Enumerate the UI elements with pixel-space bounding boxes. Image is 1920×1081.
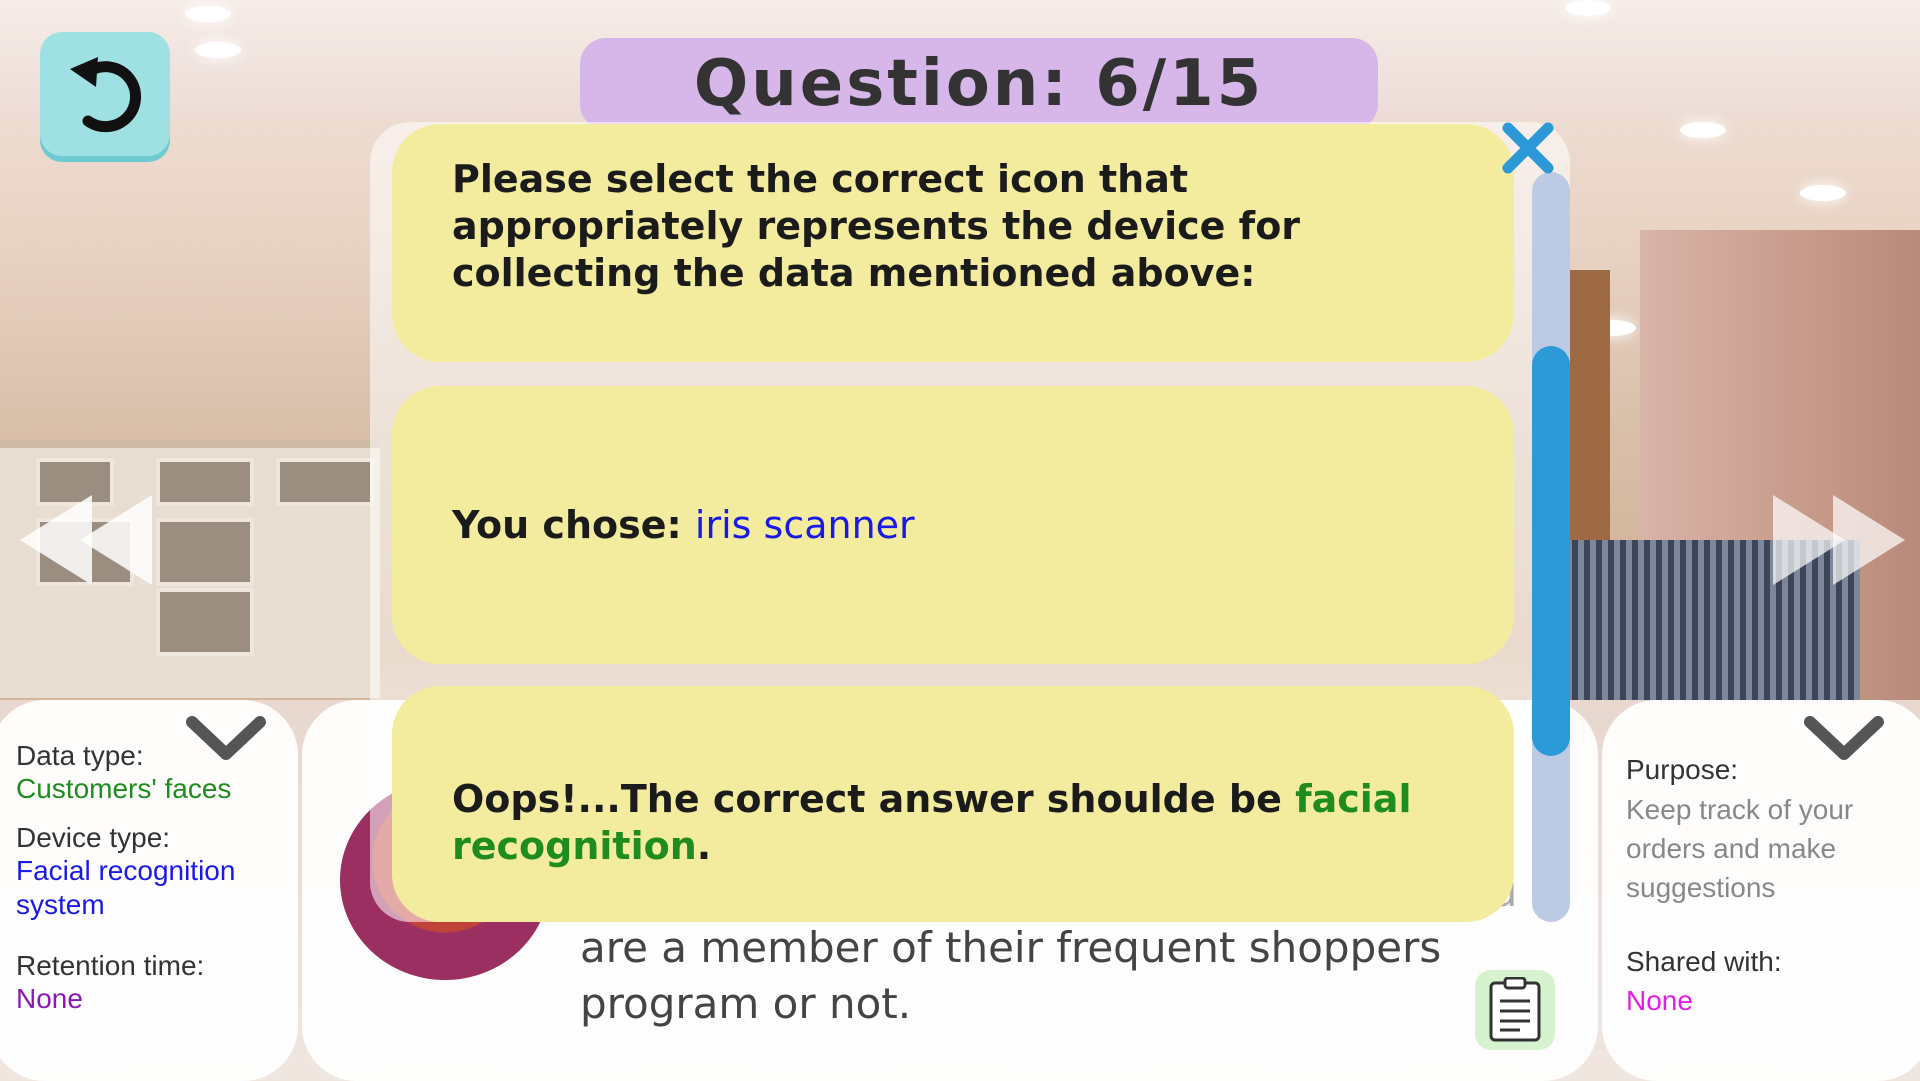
chosen-answer-card: You chose: iris scanner [392, 386, 1514, 664]
data-type-label: Data type: [16, 740, 144, 771]
question-prompt: Please select the correct icon that appr… [452, 157, 1301, 295]
purpose-value: Keep track of your orders and make sugge… [1626, 794, 1854, 903]
forward-icon [1773, 495, 1905, 585]
modal-scrollbar-thumb[interactable] [1532, 346, 1570, 756]
rewind-button[interactable] [20, 495, 152, 589]
clipboard-button[interactable] [1475, 970, 1555, 1050]
ceiling-light [1800, 185, 1846, 201]
chosen-value: iris scanner [694, 503, 915, 547]
feedback-prefix: Oops!...The correct answer shoulde be [452, 777, 1296, 821]
ceiling-light [195, 42, 241, 58]
question-prompt-card: Please select the correct icon that appr… [392, 124, 1514, 362]
shared-with-label: Shared with: [1626, 946, 1782, 977]
ceiling-light [1565, 0, 1611, 16]
device-type-label: Device type: [16, 822, 171, 853]
forward-button[interactable] [1773, 495, 1905, 589]
device-type-value: Facial recognition system [16, 855, 236, 920]
rewind-icon [20, 495, 152, 585]
chosen-answer-line: You chose: iris scanner [452, 502, 1454, 549]
undo-icon [70, 57, 142, 133]
question-title-bar: Question: 6/15 [580, 38, 1378, 130]
shared-with-value: None [1626, 985, 1693, 1016]
clipboard-icon [1489, 977, 1541, 1042]
purpose-info-panel: Purpose: Keep track of your orders and m… [1602, 700, 1920, 1081]
ceiling-light [1680, 122, 1726, 138]
data-info-panel: Data type: Customers' faces Device type:… [0, 700, 298, 1081]
retention-time-label: Retention time: [16, 950, 205, 981]
close-icon [1502, 122, 1554, 174]
purpose-label: Purpose: [1626, 754, 1739, 785]
ceiling-light [185, 6, 231, 22]
chosen-label: You chose: [452, 503, 695, 547]
feedback-line: Oops!...The correct answer shoulde be fa… [452, 776, 1454, 870]
close-button[interactable] [1500, 120, 1556, 176]
undo-button[interactable] [40, 32, 170, 156]
chevron-down-icon[interactable] [1804, 714, 1884, 764]
question-counter: Question: 6/15 [693, 47, 1265, 121]
retention-time-value: None [16, 983, 83, 1014]
chevron-down-icon[interactable] [186, 714, 266, 764]
feedback-card: Oops!...The correct answer shoulde be fa… [392, 686, 1514, 922]
feedback-suffix: . [696, 824, 712, 868]
data-type-value: Customers' faces [16, 773, 232, 804]
